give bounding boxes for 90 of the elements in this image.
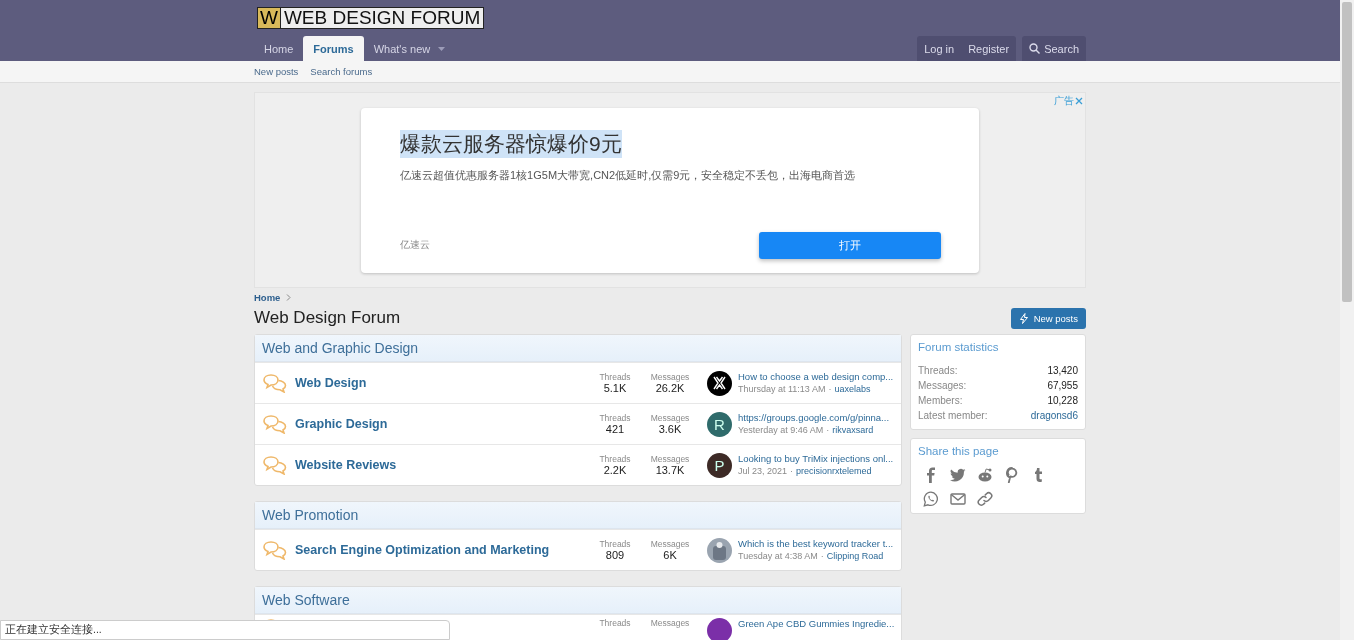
separator-dot: ·	[828, 384, 832, 395]
breadcrumb-link[interactable]: Home	[254, 291, 281, 303]
open-button[interactable]: 打开	[759, 231, 941, 259]
latest-post-link[interactable]: Which is the best keyword tracker t...	[738, 538, 894, 550]
separator-dot: ·	[826, 425, 830, 436]
message-count: 3.6K	[658, 423, 682, 435]
chevron-icon	[286, 293, 292, 301]
letter-p-icon[interactable]	[1004, 467, 1020, 483]
stat-label: Messages	[650, 454, 690, 464]
panel-title: Forum statistics	[918, 341, 1000, 353]
latest-post-link[interactable]: How to choose a web design comp...	[738, 371, 894, 383]
category-title[interactable]: Web Promotion	[255, 502, 901, 529]
ad-description: 亿速云超值优惠服务器1核1G5M大带宽,CN2低延时,仅需9元，安全稳定不丢包，出海电商首选	[400, 167, 857, 183]
stat-label: Threads	[599, 539, 631, 549]
stat-label: Messages	[650, 413, 690, 423]
latest-post-link[interactable]: Green Ape CBD Gummies Ingredie...	[738, 618, 895, 630]
post-time: Thursday at 11:13 AM	[738, 384, 826, 395]
stat-label: Latest member:	[918, 409, 988, 423]
separator-dot: ·	[820, 551, 824, 562]
stat-label: Threads	[599, 454, 631, 464]
stat-label: Threads	[599, 618, 631, 628]
thread-count: 2.2K	[603, 464, 627, 476]
username-link[interactable]: rikvaxsard	[832, 425, 874, 436]
user-avatar[interactable]	[707, 618, 732, 640]
sub-nav-link[interactable]: Search forums	[310, 66, 373, 77]
latest-post-link[interactable]: Looking to buy TriMix injections onl...	[738, 453, 894, 465]
ad-title[interactable]: 爆款云服务器惊爆价9元	[400, 129, 622, 158]
stat-label: Threads	[599, 372, 631, 382]
chat-bubbles-icon	[262, 414, 288, 434]
envelope-icon[interactable]	[950, 491, 966, 507]
close-icon[interactable]	[1075, 97, 1083, 105]
thread-count: 809	[605, 549, 625, 561]
user-avatar[interactable]	[707, 370, 732, 396]
post-time: Jul 23, 2021	[738, 466, 788, 477]
post-time: Yesterday at 9:46 AM	[738, 425, 824, 436]
alien-icon[interactable]	[977, 467, 993, 483]
username-link[interactable]: Clipping Road	[826, 551, 884, 562]
stat-label: Threads:	[918, 364, 958, 378]
stat-label: Messages:	[918, 379, 967, 393]
stat-label: Members:	[918, 394, 963, 408]
message-count: 26.2K	[655, 382, 685, 394]
panel-title: Share this page	[918, 445, 1000, 457]
page-title: Web Design Forum	[254, 308, 401, 328]
phone-bubble-icon[interactable]	[923, 491, 939, 507]
stat-value: 67,955	[1047, 379, 1078, 393]
nav-tab[interactable]: Forums	[303, 36, 364, 61]
bird-icon[interactable]	[950, 467, 966, 483]
user-avatar[interactable]: P	[707, 452, 732, 478]
stat-label: Messages	[650, 539, 690, 549]
status-tooltip: 正在建立安全连接...	[0, 620, 450, 640]
category-title[interactable]: Web Software	[255, 587, 901, 614]
thread-count: 5.1K	[603, 382, 627, 394]
caret-icon[interactable]	[438, 46, 446, 51]
search-button[interactable]: Search	[1022, 36, 1086, 61]
stat-label: Messages	[650, 618, 690, 628]
separator-dot: ·	[790, 466, 794, 477]
nav-tab[interactable]: Home	[254, 36, 304, 61]
username-link[interactable]: precisionrxtelemed	[796, 466, 872, 477]
ad-label: 广告	[1054, 94, 1074, 108]
thread-count: 421	[605, 423, 625, 435]
sub-nav-link[interactable]: New posts	[254, 66, 299, 77]
account-button[interactable]: Log in	[917, 36, 962, 61]
stat-label: Messages	[650, 372, 690, 382]
forum-title-link[interactable]: Search Engine Optimization and Marketing	[295, 543, 595, 557]
message-count: 13.7K	[655, 464, 685, 476]
scrollbar[interactable]	[1340, 0, 1354, 640]
username-link[interactable]: uaxelabs	[834, 384, 871, 395]
search-icon[interactable]	[1029, 43, 1041, 54]
lightning-icon	[1018, 312, 1029, 324]
forum-title-link[interactable]: Web Design	[295, 376, 595, 390]
stat-label: Threads	[599, 413, 631, 423]
stat-value: 10,228	[1047, 394, 1078, 408]
chat-bubbles-icon	[262, 540, 288, 560]
stat-value: 13,420	[1047, 364, 1078, 378]
message-count: 6K	[663, 549, 677, 561]
nav-tab[interactable]: What's new	[363, 36, 456, 61]
chat-bubbles-icon	[262, 455, 288, 475]
advertiser-name: 亿速云	[400, 238, 430, 252]
new-posts-button[interactable]: New posts	[1010, 307, 1086, 329]
category-title[interactable]: Web and Graphic Design	[255, 335, 901, 362]
site-logo[interactable]: W WEB DESIGN FORUM	[257, 7, 485, 29]
forum-title-link[interactable]: Website Reviews	[295, 458, 595, 472]
latest-post-link[interactable]: https://groups.google.com/g/pinna...	[738, 412, 890, 424]
member-link[interactable]: dragonsd6	[1030, 408, 1078, 423]
account-button[interactable]: Register	[961, 36, 1017, 61]
forum-title-link[interactable]: Graphic Design	[295, 417, 595, 431]
user-avatar[interactable]: R	[707, 411, 732, 437]
chat-bubbles-icon	[262, 373, 288, 393]
link-icon[interactable]	[977, 491, 993, 507]
post-time: Tuesday at 4:38 AM	[738, 551, 818, 562]
